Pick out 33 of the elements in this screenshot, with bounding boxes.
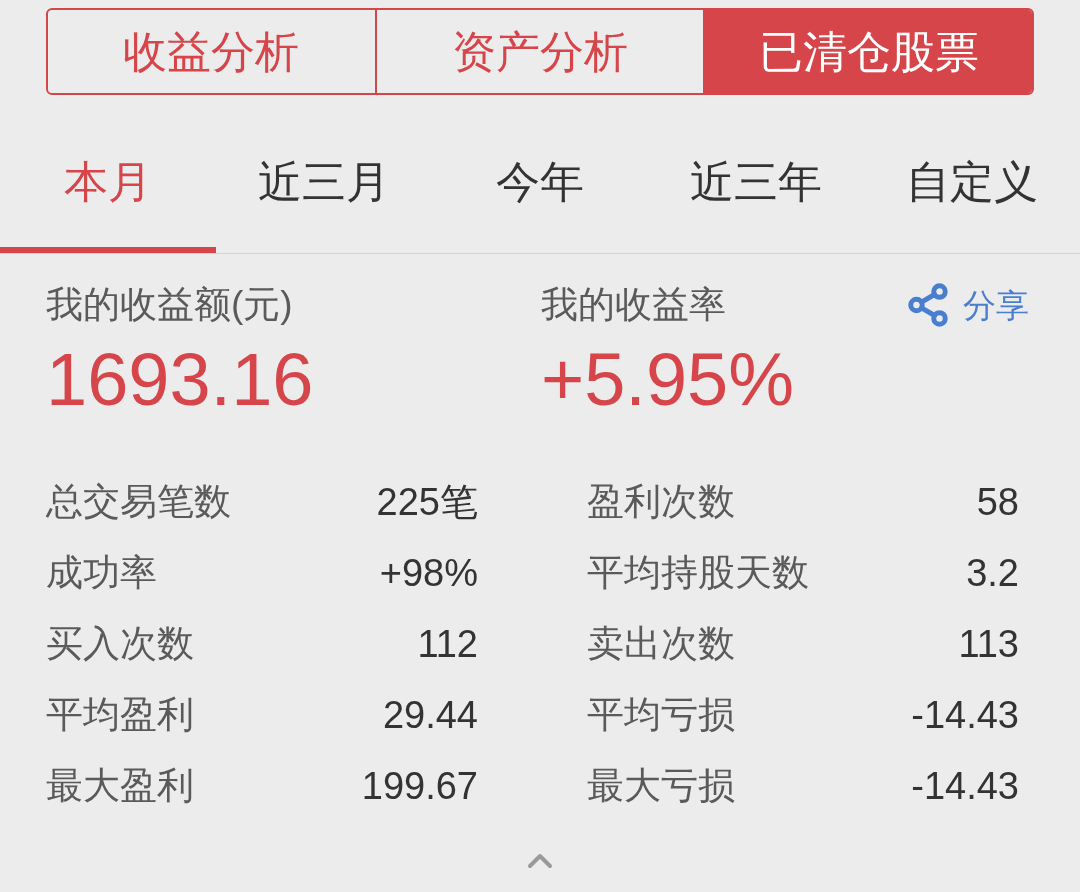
segment-tab[interactable]: 收益分析 bbox=[48, 10, 375, 93]
segment-tab[interactable]: 已清仓股票 bbox=[703, 10, 1032, 93]
stat-value: 199.67 bbox=[361, 763, 478, 809]
profit-rate-value: +5.95% bbox=[541, 340, 795, 420]
stat-label: 最大盈利 bbox=[46, 763, 194, 808]
stat-value: -14.43 bbox=[911, 763, 1019, 809]
stat-label: 买入次数 bbox=[46, 621, 194, 666]
profit-amount-value: 1693.16 bbox=[46, 340, 314, 420]
share-button[interactable]: 分享 bbox=[905, 282, 1029, 328]
stat-value: -14.43 bbox=[911, 692, 1019, 738]
stat-value: 113 bbox=[958, 621, 1019, 667]
stat-label: 平均盈利 bbox=[46, 692, 194, 737]
share-icon bbox=[905, 282, 951, 328]
period-tab[interactable]: 自定义 bbox=[864, 95, 1080, 253]
period-tab[interactable]: 本月 bbox=[0, 95, 216, 253]
stat-value: 225笔 bbox=[376, 479, 478, 525]
stat-label: 平均亏损 bbox=[587, 692, 735, 737]
stat-value: 58 bbox=[976, 479, 1019, 525]
stat-label: 卖出次数 bbox=[587, 621, 735, 666]
period-tab[interactable]: 今年 bbox=[432, 95, 648, 253]
period-tab[interactable]: 近三年 bbox=[648, 95, 864, 253]
profit-rate-label: 我的收益率 bbox=[541, 283, 726, 327]
period-tab[interactable]: 近三月 bbox=[216, 95, 432, 253]
stat-label: 盈利次数 bbox=[587, 479, 735, 524]
profit-amount-label: 我的收益额(元) bbox=[46, 283, 293, 327]
stat-value: +98% bbox=[379, 550, 478, 596]
stat-value: 112 bbox=[417, 621, 478, 667]
stat-value: 3.2 bbox=[966, 550, 1019, 596]
stat-label: 总交易笔数 bbox=[46, 479, 231, 524]
stat-value: 29.44 bbox=[382, 692, 478, 738]
stat-label: 最大亏损 bbox=[587, 763, 735, 808]
stat-label: 平均持股天数 bbox=[587, 550, 809, 595]
stat-label: 成功率 bbox=[46, 550, 157, 595]
